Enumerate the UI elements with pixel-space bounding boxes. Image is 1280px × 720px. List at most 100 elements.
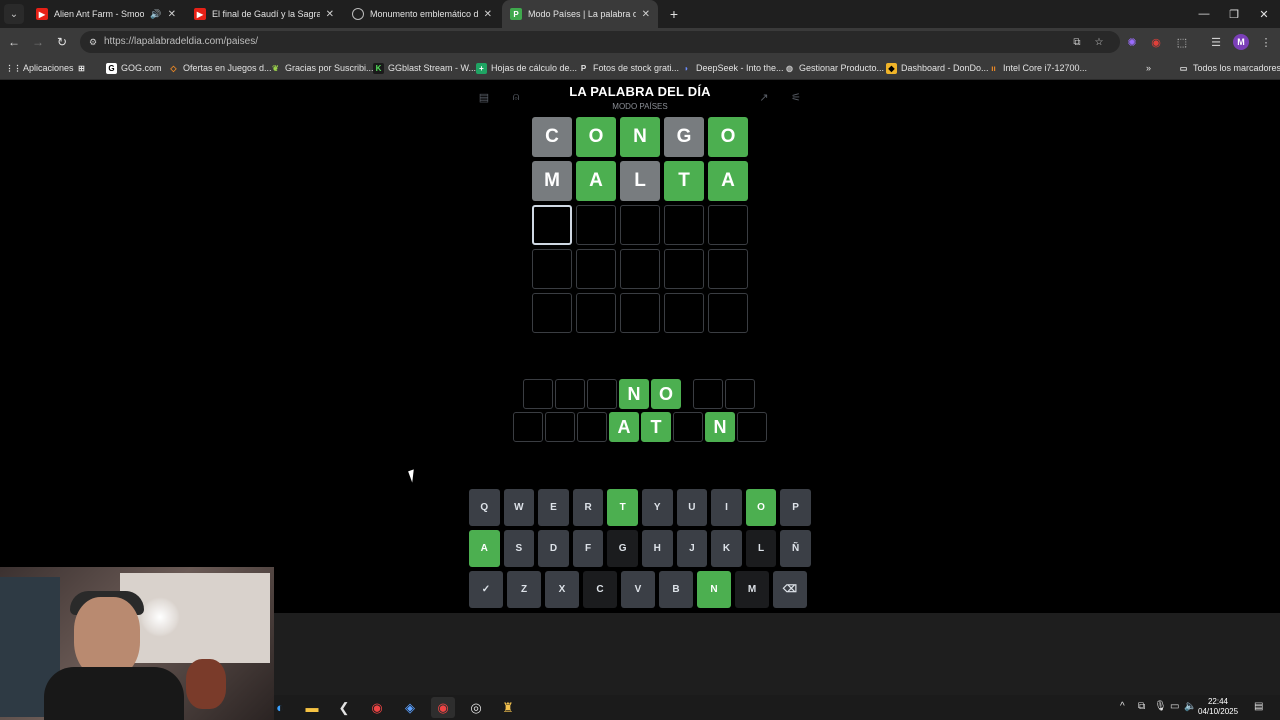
- bookmark-intel[interactable]: ıı Intel Core i7-12700...: [988, 61, 1087, 75]
- bookmark-apps[interactable]: ⋮⋮ Aplicaciones: [6, 61, 74, 75]
- board-cell[interactable]: [708, 293, 748, 333]
- bookmark-deepseek[interactable]: ◗ DeepSeek - Into the...: [681, 61, 783, 75]
- address-bar[interactable]: ⚙ https://lapalabradeldia.com/paises/ ⧉ …: [80, 31, 1120, 53]
- key-q[interactable]: Q: [469, 489, 500, 526]
- media-controls-icon[interactable]: ☰: [1206, 32, 1226, 52]
- board-cell[interactable]: [708, 205, 748, 245]
- reload-icon[interactable]: ↻: [52, 32, 72, 52]
- stats-trend-icon[interactable]: ↗: [756, 89, 772, 105]
- app-back-icon[interactable]: ❮: [332, 697, 356, 718]
- extension-gear-icon[interactable]: ✺: [1122, 32, 1142, 52]
- install-app-icon[interactable]: ⧉: [1070, 35, 1084, 49]
- close-icon[interactable]: ✕: [168, 9, 176, 20]
- key-i[interactable]: I: [711, 489, 742, 526]
- tab-gaudi[interactable]: ▶ El final de Gaudí y la Sagrada F ✕: [186, 0, 342, 28]
- bookmark-hojas[interactable]: + Hojas de cálculo de...: [476, 61, 577, 75]
- board-cell[interactable]: [576, 205, 616, 245]
- board-cell[interactable]: [708, 249, 748, 289]
- key-t[interactable]: T: [607, 489, 638, 526]
- key-o[interactable]: O: [745, 489, 777, 526]
- bookmark-star-icon[interactable]: ☆: [1092, 35, 1106, 49]
- key-u[interactable]: U: [676, 489, 708, 526]
- app-diamond-icon[interactable]: ◈: [398, 697, 422, 718]
- key-s[interactable]: S: [503, 530, 535, 567]
- board-cell[interactable]: [620, 293, 660, 333]
- board-cell[interactable]: [664, 249, 704, 289]
- key-f[interactable]: F: [572, 530, 604, 567]
- forward-arrow-icon[interactable]: →: [28, 32, 48, 52]
- key-l[interactable]: L: [745, 530, 777, 567]
- key-v[interactable]: V: [621, 571, 655, 608]
- backspace-icon[interactable]: ⌫: [773, 571, 807, 608]
- edge-icon[interactable]: ◐: [268, 697, 292, 718]
- board-cell[interactable]: [620, 249, 660, 289]
- kebab-menu-icon[interactable]: ⋮: [1256, 32, 1276, 52]
- board-cell[interactable]: [532, 205, 572, 245]
- new-tab-button[interactable]: +: [664, 4, 684, 24]
- back-arrow-icon[interactable]: ←: [4, 32, 24, 52]
- settings-sliders-icon[interactable]: ⚟: [788, 89, 804, 105]
- close-icon[interactable]: ✕: [642, 9, 650, 20]
- key-d[interactable]: D: [538, 530, 569, 567]
- key-e[interactable]: E: [538, 489, 569, 526]
- bookmark-all[interactable]: ▭ Todos los marcadores: [1178, 61, 1280, 75]
- microphone-icon[interactable]: 🎙: [1154, 701, 1167, 712]
- speaker-icon[interactable]: 🔊: [150, 9, 161, 20]
- key-j[interactable]: J: [676, 530, 708, 567]
- key-n[interactable]: N: [697, 571, 731, 608]
- close-icon[interactable]: ✕: [326, 9, 334, 20]
- key-k[interactable]: K: [711, 530, 742, 567]
- bookmark-ofertas[interactable]: ◇ Ofertas en Juegos d...: [168, 61, 271, 75]
- key-c[interactable]: C: [583, 571, 617, 608]
- tab-monumento[interactable]: Monumento emblemático de E ✕: [344, 0, 500, 28]
- tray-app-icon[interactable]: ⧉: [1138, 701, 1145, 712]
- key-p[interactable]: P: [780, 489, 811, 526]
- tray-chevron-icon[interactable]: ^: [1120, 701, 1125, 712]
- key-z[interactable]: Z: [507, 571, 541, 608]
- key-m[interactable]: M: [735, 571, 769, 608]
- bookmark-ggblast[interactable]: K GGblast Stream - W...: [373, 61, 476, 75]
- key-r[interactable]: R: [572, 489, 604, 526]
- bookmark-gestionar[interactable]: ◍ Gestionar Producto...: [784, 61, 884, 75]
- volume-icon[interactable]: 🔈: [1184, 701, 1196, 712]
- notifications-icon[interactable]: ▤: [1254, 701, 1263, 712]
- clock[interactable]: 22:44 04/10/2025: [1198, 697, 1238, 717]
- profile-avatar[interactable]: M: [1233, 34, 1249, 50]
- extension-red-icon[interactable]: ◉: [1146, 32, 1166, 52]
- chrome-icon[interactable]: ◉: [365, 697, 389, 718]
- board-cell[interactable]: [620, 205, 660, 245]
- enter-check-icon[interactable]: ✓: [469, 571, 503, 608]
- key-g[interactable]: G: [607, 530, 638, 567]
- obs-icon[interactable]: ◎: [464, 697, 488, 718]
- board-cell[interactable]: [532, 249, 572, 289]
- file-explorer-icon[interactable]: ▬: [300, 697, 324, 718]
- bookmark-gracias[interactable]: ❦ Gracias por Suscribi...: [270, 61, 373, 75]
- bookmark-grid[interactable]: ⊞: [76, 61, 87, 75]
- site-info-icon[interactable]: ⚙: [86, 35, 100, 49]
- tab-search-chevron-icon[interactable]: ⌄: [4, 4, 24, 24]
- extensions-puzzle-icon[interactable]: ⬚: [1172, 32, 1192, 52]
- board-cell[interactable]: [664, 293, 704, 333]
- network-icon[interactable]: ▭: [1170, 701, 1179, 712]
- bookmark-gog[interactable]: G GOG.com: [106, 61, 162, 75]
- restore-icon[interactable]: ❐: [1224, 4, 1244, 24]
- board-cell[interactable]: [576, 249, 616, 289]
- key-y[interactable]: Y: [641, 489, 673, 526]
- key-b[interactable]: B: [659, 571, 693, 608]
- key-w[interactable]: W: [503, 489, 535, 526]
- tab-alien-ant-farm[interactable]: ▶ Alien Ant Farm - Smooth C 🔊 ✕: [28, 0, 184, 28]
- bookmark-dashboard[interactable]: ◆ Dashboard - DonDo...: [886, 61, 989, 75]
- key-ñ[interactable]: Ñ: [780, 530, 811, 567]
- tab-modo-paises[interactable]: P Modo Países | La palabra del dí ✕: [502, 0, 658, 28]
- minimize-icon[interactable]: —: [1194, 4, 1214, 24]
- chrome-active-icon[interactable]: ◉: [431, 697, 455, 718]
- game-launcher-icon[interactable]: ♜: [496, 697, 520, 718]
- key-a[interactable]: A: [469, 530, 500, 567]
- board-cell[interactable]: [576, 293, 616, 333]
- key-x[interactable]: X: [545, 571, 579, 608]
- board-cell[interactable]: [664, 205, 704, 245]
- close-icon[interactable]: ✕: [484, 9, 492, 20]
- board-cell[interactable]: [532, 293, 572, 333]
- bookmark-fotos[interactable]: P Fotos de stock grati...: [578, 61, 679, 75]
- close-window-icon[interactable]: ✕: [1254, 4, 1274, 24]
